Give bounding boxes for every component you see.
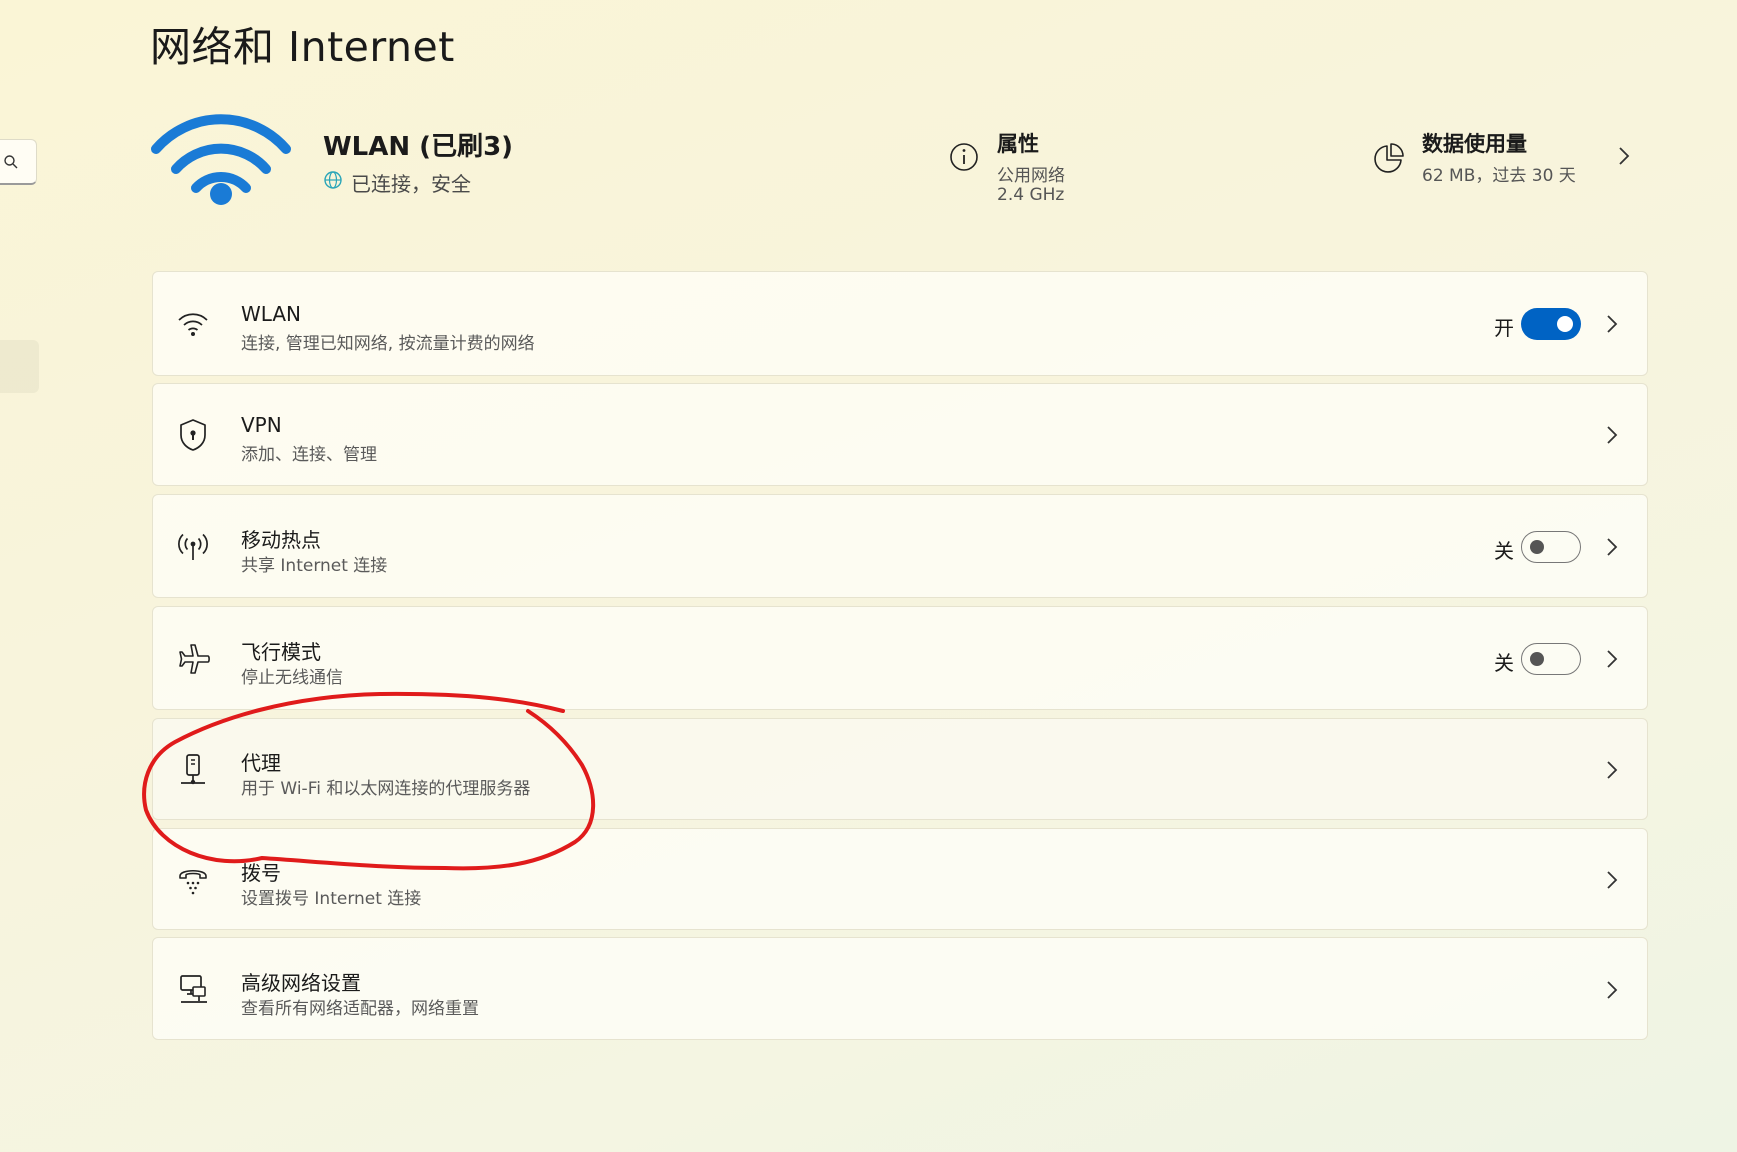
wifi-large-icon <box>150 108 292 212</box>
setting-subtitle: 停止无线通信 <box>241 668 343 688</box>
sidebar-selected-item[interactable] <box>0 340 39 393</box>
toggle-state-label: 开 <box>1494 316 1514 340</box>
setting-airplane-mode[interactable]: 飞行模式 停止无线通信 关 <box>152 606 1648 710</box>
chevron-right-icon <box>1605 536 1619 562</box>
shield-icon <box>177 418 209 456</box>
connection-status: 已连接，安全 <box>323 168 471 197</box>
setting-title: 拨号 <box>241 861 281 885</box>
setting-subtitle: 连接, 管理已知网络, 按流量计费的网络 <box>241 334 535 354</box>
chevron-right-icon <box>1605 648 1619 674</box>
dialup-icon <box>177 863 209 899</box>
chevron-right-icon <box>1605 979 1619 1005</box>
airplane-icon <box>177 642 211 680</box>
connection-status-text: 已连接，安全 <box>351 172 471 196</box>
airplane-mode-toggle[interactable] <box>1521 643 1581 675</box>
search-box[interactable] <box>0 139 37 185</box>
chevron-right-icon[interactable] <box>1617 145 1631 171</box>
chevron-right-icon <box>1605 313 1619 339</box>
proxy-icon <box>177 753 209 791</box>
data-usage-summary: 62 MB，过去 30 天 <box>1422 166 1576 186</box>
chevron-right-icon <box>1605 869 1619 895</box>
wifi-icon <box>177 310 209 342</box>
setting-advanced-network[interactable]: 高级网络设置 查看所有网络适配器，网络重置 <box>152 937 1648 1040</box>
chevron-right-icon <box>1605 759 1619 785</box>
chevron-right-icon <box>1605 424 1619 450</box>
globe-icon <box>323 170 343 195</box>
setting-title: 移动热点 <box>241 528 321 552</box>
setting-wlan[interactable]: WLAN 连接, 管理已知网络, 按流量计费的网络 开 <box>152 271 1648 376</box>
setting-subtitle: 添加、连接、管理 <box>241 445 377 465</box>
network-adapter-icon <box>177 973 209 1009</box>
setting-subtitle: 共享 Internet 连接 <box>241 556 388 576</box>
setting-subtitle: 用于 Wi-Fi 和以太网连接的代理服务器 <box>241 779 531 799</box>
data-usage-link[interactable]: 数据使用量 <box>1422 128 1527 158</box>
hotspot-icon <box>177 531 209 567</box>
setting-proxy[interactable]: 代理 用于 Wi-Fi 和以太网连接的代理服务器 <box>152 718 1648 820</box>
setting-subtitle: 查看所有网络适配器，网络重置 <box>241 999 479 1019</box>
setting-title: 飞行模式 <box>241 640 321 664</box>
setting-title: WLAN <box>241 302 302 326</box>
toggle-state-label: 关 <box>1494 651 1514 675</box>
setting-subtitle: 设置拨号 Internet 连接 <box>241 889 422 909</box>
info-icon <box>948 141 980 177</box>
mobile-hotspot-toggle[interactable] <box>1521 531 1581 563</box>
setting-vpn[interactable]: VPN 添加、连接、管理 <box>152 383 1648 486</box>
setting-dial-up[interactable]: 拨号 设置拨号 Internet 连接 <box>152 828 1648 930</box>
pie-chart-icon <box>1372 141 1406 179</box>
wlan-toggle[interactable] <box>1521 308 1581 340</box>
setting-title: VPN <box>241 413 282 437</box>
properties-link[interactable]: 属性 <box>997 128 1039 158</box>
network-profile-type: 公用网络 <box>997 166 1065 186</box>
setting-title: 代理 <box>241 751 281 775</box>
setting-mobile-hotspot[interactable]: 移动热点 共享 Internet 连接 关 <box>152 494 1648 598</box>
network-band: 2.4 GHz <box>997 185 1065 205</box>
setting-title: 高级网络设置 <box>241 971 361 995</box>
page-title: 网络和 Internet <box>150 23 455 71</box>
toggle-state-label: 关 <box>1494 539 1514 563</box>
connection-name: WLAN (已刷3) <box>323 132 514 162</box>
